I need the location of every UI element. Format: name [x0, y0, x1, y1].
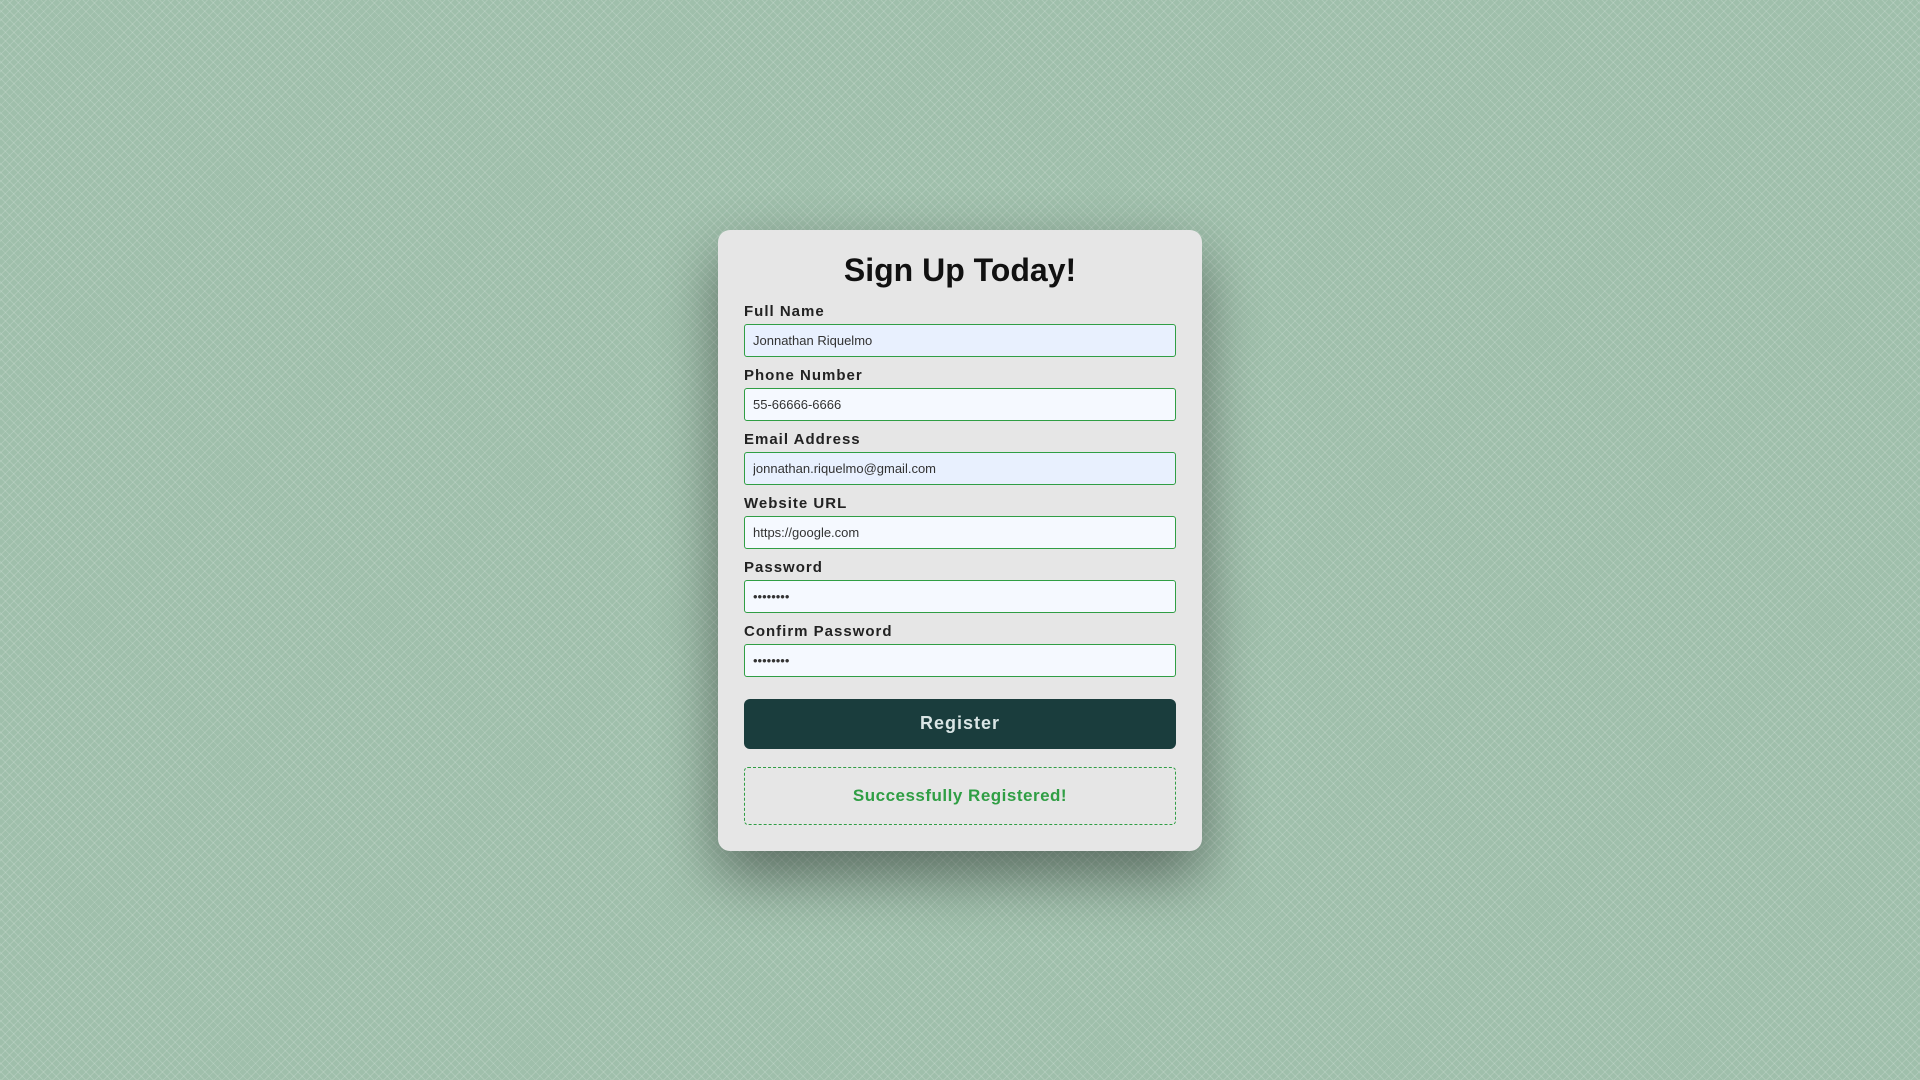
register-button[interactable]: Register [744, 699, 1176, 749]
confirm-password-input[interactable] [744, 644, 1176, 677]
field-group-website: Website URL [744, 495, 1176, 549]
field-group-email: Email Address [744, 431, 1176, 485]
field-group-fullname: Full Name [744, 303, 1176, 357]
website-input[interactable] [744, 516, 1176, 549]
confirm-password-label: Confirm Password [744, 623, 1176, 640]
password-input[interactable] [744, 580, 1176, 613]
phone-input[interactable] [744, 388, 1176, 421]
fullname-input[interactable] [744, 324, 1176, 357]
email-input[interactable] [744, 452, 1176, 485]
phone-label: Phone Number [744, 367, 1176, 384]
page-title: Sign Up Today! [744, 252, 1176, 289]
signup-card: Sign Up Today! Full Name Phone Number Em… [718, 230, 1202, 851]
field-group-password: Password [744, 559, 1176, 613]
success-message: Successfully Registered! [744, 767, 1176, 825]
email-label: Email Address [744, 431, 1176, 448]
website-label: Website URL [744, 495, 1176, 512]
fullname-label: Full Name [744, 303, 1176, 320]
password-label: Password [744, 559, 1176, 576]
field-group-confirm-password: Confirm Password [744, 623, 1176, 677]
field-group-phone: Phone Number [744, 367, 1176, 421]
